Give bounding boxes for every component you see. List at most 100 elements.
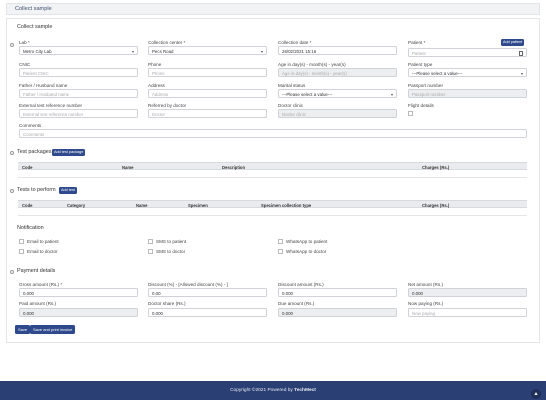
patient-input[interactable]: Patient (408, 48, 527, 57)
collapse-icon[interactable] (10, 43, 14, 47)
father-input[interactable]: Father / Husband name (19, 89, 138, 98)
chevron-down-icon: ▾ (131, 49, 134, 54)
paid-label: Paid amount (Rs.) (19, 301, 57, 306)
chevron-up-icon[interactable]: ▴ (531, 389, 541, 399)
passport-label: Passport number (408, 83, 443, 88)
now-paying-label: Now paying (Rs.) (408, 301, 444, 306)
footer-text: Copyright ©2021 Powered by (230, 388, 295, 393)
footer: Copyright ©2021 Powered by TechMect ▴ (0, 381, 546, 400)
tests-table-empty-row (18, 208, 527, 216)
email-doctor-label: Email to doctor (27, 249, 58, 254)
sms-patient-checkbox[interactable] (148, 239, 153, 244)
footer-brand: TechMect (294, 388, 316, 393)
discount-amount-input[interactable]: 0.000 (278, 288, 397, 297)
father-label: Father / Husband name (19, 83, 68, 88)
doctor-share-label: Doctor share (Rs.) (148, 301, 186, 306)
col-name: Name (122, 164, 134, 170)
age-label: Age in day(s) - month(s) - year(s) (278, 62, 346, 67)
age-input: Age in day(s) - month(s) - year(s) (278, 68, 397, 77)
whatsapp-patient-checkbox[interactable] (278, 239, 283, 244)
referred-label: Referred by doctor (148, 103, 187, 108)
phone-label: Phone (148, 62, 162, 67)
col-code: Code (22, 202, 33, 208)
sms-doctor-label: SMS to doctor (156, 249, 186, 254)
flight-label: Flight details (408, 103, 434, 108)
col-description: Description (222, 164, 246, 170)
col-name: Name (136, 202, 148, 208)
col-charges: Charges (Rs.) (422, 202, 450, 208)
collapse-icon[interactable] (10, 270, 14, 274)
col-code: Code (22, 164, 33, 170)
patient-type-label: Patient type (408, 62, 433, 67)
chevron-down-icon: ▾ (260, 49, 263, 54)
date-label: Collection date * (278, 40, 312, 45)
payment-title: Payment details (17, 268, 56, 274)
collect-section-title: Collect sample (17, 24, 53, 30)
whatsapp-doctor-label: WhatsApp to doctor (286, 249, 327, 254)
save-print-button[interactable]: Save and print invoice (30, 325, 76, 334)
address-label: Address (148, 83, 165, 88)
center-select[interactable]: Pecs Road ▾ (148, 46, 267, 55)
net-label: Net amount (Rs.) (408, 282, 443, 287)
lab-select[interactable]: Metro City Lab ▾ (19, 46, 138, 55)
clinic-label: Doctor clinic (278, 103, 304, 108)
center-label: Collection center * (148, 40, 186, 45)
doctor-share-input[interactable]: 0.000 (148, 308, 267, 317)
col-charges: Charges (Rs.) (422, 164, 450, 170)
packages-table-header: Code Name Description Charges (Rs.) (18, 162, 527, 170)
net-amount-input: 0.000 (408, 288, 527, 297)
col-specimen: Specimen (188, 202, 208, 208)
sms-doctor-checkbox[interactable] (148, 249, 153, 254)
email-doctor-checkbox[interactable] (19, 249, 24, 254)
patient-label: Patient * (408, 40, 426, 45)
referred-input[interactable]: Doctor (148, 109, 267, 118)
patient-placeholder: Patient (412, 51, 426, 56)
page-title-bar: Collect sample (6, 3, 540, 15)
add-test-button[interactable]: Add test (59, 187, 77, 194)
cnic-input[interactable]: Patient CNIC (19, 68, 138, 77)
whatsapp-doctor-checkbox[interactable] (278, 249, 283, 254)
phone-input[interactable]: Phone (148, 68, 267, 77)
patient-type-select[interactable]: ---Please select a value--- ▾ (408, 68, 527, 77)
comments-input[interactable]: Comments (19, 129, 527, 138)
collection-date-input[interactable]: 26/02/2021 15:16 (278, 46, 397, 55)
trash-icon[interactable] (519, 51, 523, 56)
discount-pct-label: Discount (%) - [Allowed discount (%) - ] (148, 282, 228, 287)
lab-label: Lab * (19, 40, 30, 45)
sms-patient-label: SMS to patient (156, 239, 187, 244)
passport-input[interactable]: Passport number (408, 89, 527, 98)
collapse-icon[interactable] (10, 189, 14, 193)
gross-label: Gross amount (Rs.) * (19, 282, 63, 287)
due-amount-input: 0.000 (278, 308, 397, 317)
notification-title: Notification (17, 225, 44, 231)
gross-amount-input[interactable]: 0.000 (19, 288, 138, 297)
page: Collect sample Collect sample Lab * Metr… (0, 0, 546, 400)
flight-checkbox[interactable] (408, 111, 413, 116)
packages-table-empty-row (18, 170, 527, 178)
extref-input[interactable]: External test reference number (19, 109, 138, 118)
clinic-input: Doctor clinic (278, 109, 397, 118)
packages-title: Test packages (17, 149, 52, 155)
discount-pct-input[interactable]: 0.00 (148, 288, 267, 297)
marital-select[interactable]: ---Please select a value--- ▾ (278, 89, 397, 98)
paid-amount-input: 0.000 (19, 308, 138, 317)
center-select-value: Pecs Road (152, 49, 174, 54)
now-paying-input[interactable]: Now paying (408, 308, 527, 317)
collapse-icon[interactable] (10, 151, 14, 155)
col-specimen-type: Specimen collection type (261, 202, 312, 208)
marital-label: Marital status (278, 83, 306, 88)
footer-copyright: Copyright ©2021 Powered by TechMect (0, 388, 546, 393)
col-category: Category (67, 202, 86, 208)
lab-select-value: Metro City Lab (23, 49, 52, 54)
add-test-package-button[interactable]: Add test package (52, 149, 86, 156)
whatsapp-patient-label: WhatsApp to patient (286, 239, 328, 244)
chevron-down-icon: ▾ (520, 71, 523, 76)
save-button[interactable]: Save (15, 325, 31, 334)
marital-value: ---Please select a value--- (282, 92, 333, 97)
add-patient-button[interactable]: Add patient (501, 39, 525, 46)
cnic-label: CNIC (19, 62, 31, 67)
email-patient-checkbox[interactable] (19, 239, 24, 244)
tests-title: Tests to perform (17, 187, 56, 193)
address-input[interactable]: Address (148, 89, 267, 98)
comments-label: Comments (19, 123, 42, 128)
